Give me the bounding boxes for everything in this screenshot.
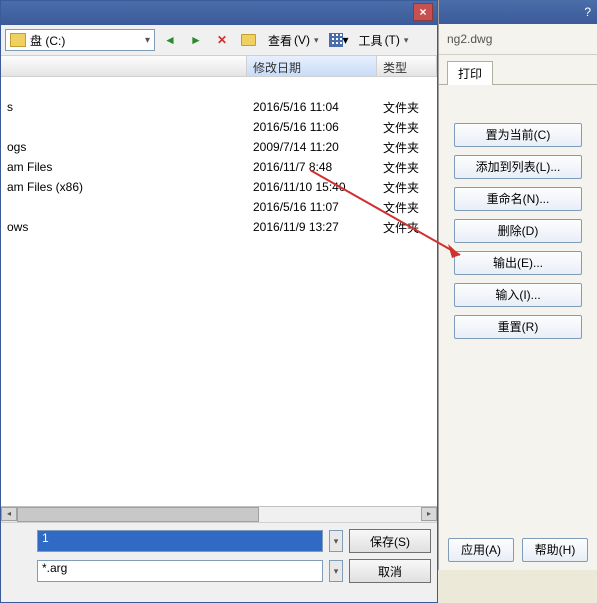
panel-bottom: 应用(A) 帮助(H) — [439, 538, 597, 562]
row-type: 文件夹 — [377, 139, 437, 156]
chevron-down-icon: ▾ — [145, 35, 150, 46]
file-list-header: 修改日期 类型 — [1, 55, 437, 77]
dialog-titlebar[interactable]: × — [1, 1, 437, 25]
filetype-dropdown[interactable]: ▾ — [329, 560, 343, 582]
scroll-left-icon[interactable]: ◂ — [1, 507, 17, 521]
row-type: 文件夹 — [377, 179, 437, 196]
chevron-down-icon: ▾ — [343, 33, 349, 47]
scroll-track[interactable] — [17, 507, 421, 522]
list-item[interactable]: am Files (x86)2016/11/10 15:40文件夹 — [1, 177, 437, 197]
list-item[interactable]: ogs2009/7/14 11:20文件夹 — [1, 137, 437, 157]
row-date: 2016/5/16 11:07 — [247, 200, 377, 214]
list-item[interactable]: am Files2016/11/7 8:48文件夹 — [1, 157, 437, 177]
file-save-dialog: × 盘 (C:) ▾ ◄ ► ✕ 查看(V) ▾ ▾ 工具(T) ▾ 修改日期 类型… — [0, 0, 438, 603]
scroll-right-icon[interactable]: ▸ — [421, 507, 437, 521]
drive-icon — [10, 33, 26, 47]
arrow-right-icon: ► — [190, 33, 202, 47]
row-type: 文件夹 — [377, 119, 437, 136]
chevron-down-icon: ▾ — [314, 35, 319, 46]
list-item[interactable]: 2016/5/16 11:06文件夹 — [1, 117, 437, 137]
tools-menu[interactable]: 工具(T) ▾ — [354, 29, 414, 51]
tools-label: 工具 — [359, 32, 383, 49]
panel-titlebar[interactable]: ? — [439, 0, 597, 24]
delete-button[interactable]: 删除(D) — [454, 219, 582, 243]
col-name[interactable] — [1, 56, 247, 76]
arrow-left-icon: ◄ — [164, 33, 176, 47]
list-item[interactable]: s2016/5/16 11:04文件夹 — [1, 97, 437, 117]
filename-field[interactable]: 1 — [37, 530, 323, 552]
dialog-toolbar: 盘 (C:) ▾ ◄ ► ✕ 查看(V) ▾ ▾ 工具(T) ▾ — [1, 25, 437, 55]
view-mode-button[interactable]: ▾ — [328, 29, 350, 51]
file-list[interactable]: s2016/5/16 11:04文件夹2016/5/16 11:06文件夹ogs… — [1, 77, 437, 517]
save-button[interactable]: 保存(S) — [349, 529, 431, 553]
profile-panel: ? ng2.dwg 打印 置为当前(C) 添加到列表(L)... 重命名(N).… — [438, 0, 597, 570]
help-button[interactable]: 帮助(H) — [522, 538, 588, 562]
filetype-value: *.arg — [42, 561, 67, 575]
dialog-bottom: 1 ▾ 保存(S) *.arg ▾ 取消 — [1, 522, 437, 602]
row-name: am Files — [1, 160, 247, 174]
row-type: 文件夹 — [377, 99, 437, 116]
tab-print[interactable]: 打印 — [447, 61, 493, 85]
col-type[interactable]: 类型 — [377, 56, 437, 76]
new-folder-button[interactable] — [237, 29, 259, 51]
delete-button[interactable]: ✕ — [211, 29, 233, 51]
drawing-filename: ng2.dwg — [439, 24, 597, 55]
panel-body: 置为当前(C) 添加到列表(L)... 重命名(N)... 删除(D) 输出(E… — [439, 84, 597, 339]
list-item[interactable]: 2016/5/16 11:07文件夹 — [1, 197, 437, 217]
view-hotkey: (V) — [294, 33, 310, 47]
filename-value: 1 — [42, 531, 49, 545]
list-item[interactable]: ows2016/11/9 13:27文件夹 — [1, 217, 437, 237]
list-item[interactable] — [1, 77, 437, 97]
export-button[interactable]: 输出(E)... — [454, 251, 582, 275]
col-date[interactable]: 修改日期 — [247, 56, 377, 76]
row-date: 2016/11/10 15:40 — [247, 180, 377, 194]
chevron-down-icon: ▾ — [404, 35, 409, 46]
cancel-button[interactable]: 取消 — [349, 559, 431, 583]
row-name: ows — [1, 220, 247, 234]
close-icon[interactable]: × — [413, 3, 433, 21]
path-dropdown[interactable]: 盘 (C:) ▾ — [5, 29, 155, 51]
scroll-thumb[interactable] — [17, 507, 259, 522]
grid-icon — [329, 33, 343, 47]
reset-button[interactable]: 重置(R) — [454, 315, 582, 339]
row-date: 2016/5/16 11:06 — [247, 120, 377, 134]
tools-hotkey: (T) — [385, 33, 400, 47]
rename-button[interactable]: 重命名(N)... — [454, 187, 582, 211]
row-type: 文件夹 — [377, 159, 437, 176]
help-icon[interactable]: ? — [584, 5, 591, 19]
horizontal-scrollbar[interactable]: ◂ ▸ — [1, 506, 437, 522]
filename-dropdown[interactable]: ▾ — [329, 530, 343, 552]
row-name: s — [1, 100, 247, 114]
row-date: 2009/7/14 11:20 — [247, 140, 377, 154]
row-name: ogs — [1, 140, 247, 154]
set-current-button[interactable]: 置为当前(C) — [454, 123, 582, 147]
back-button[interactable]: ◄ — [159, 29, 181, 51]
filetype-field[interactable]: *.arg — [37, 560, 323, 582]
apply-button[interactable]: 应用(A) — [448, 538, 514, 562]
import-button[interactable]: 输入(I)... — [454, 283, 582, 307]
view-label: 查看 — [268, 32, 292, 49]
path-label: 盘 (C:) — [30, 32, 65, 49]
row-name: am Files (x86) — [1, 180, 247, 194]
view-menu[interactable]: 查看(V) ▾ — [263, 29, 324, 51]
folder-icon — [241, 34, 256, 46]
add-to-list-button[interactable]: 添加到列表(L)... — [454, 155, 582, 179]
row-type: 文件夹 — [377, 219, 437, 236]
row-date: 2016/5/16 11:04 — [247, 100, 377, 114]
delete-x-icon: ✕ — [217, 33, 227, 47]
row-type: 文件夹 — [377, 199, 437, 216]
forward-button[interactable]: ► — [185, 29, 207, 51]
row-date: 2016/11/7 8:48 — [247, 160, 377, 174]
row-date: 2016/11/9 13:27 — [247, 220, 377, 234]
